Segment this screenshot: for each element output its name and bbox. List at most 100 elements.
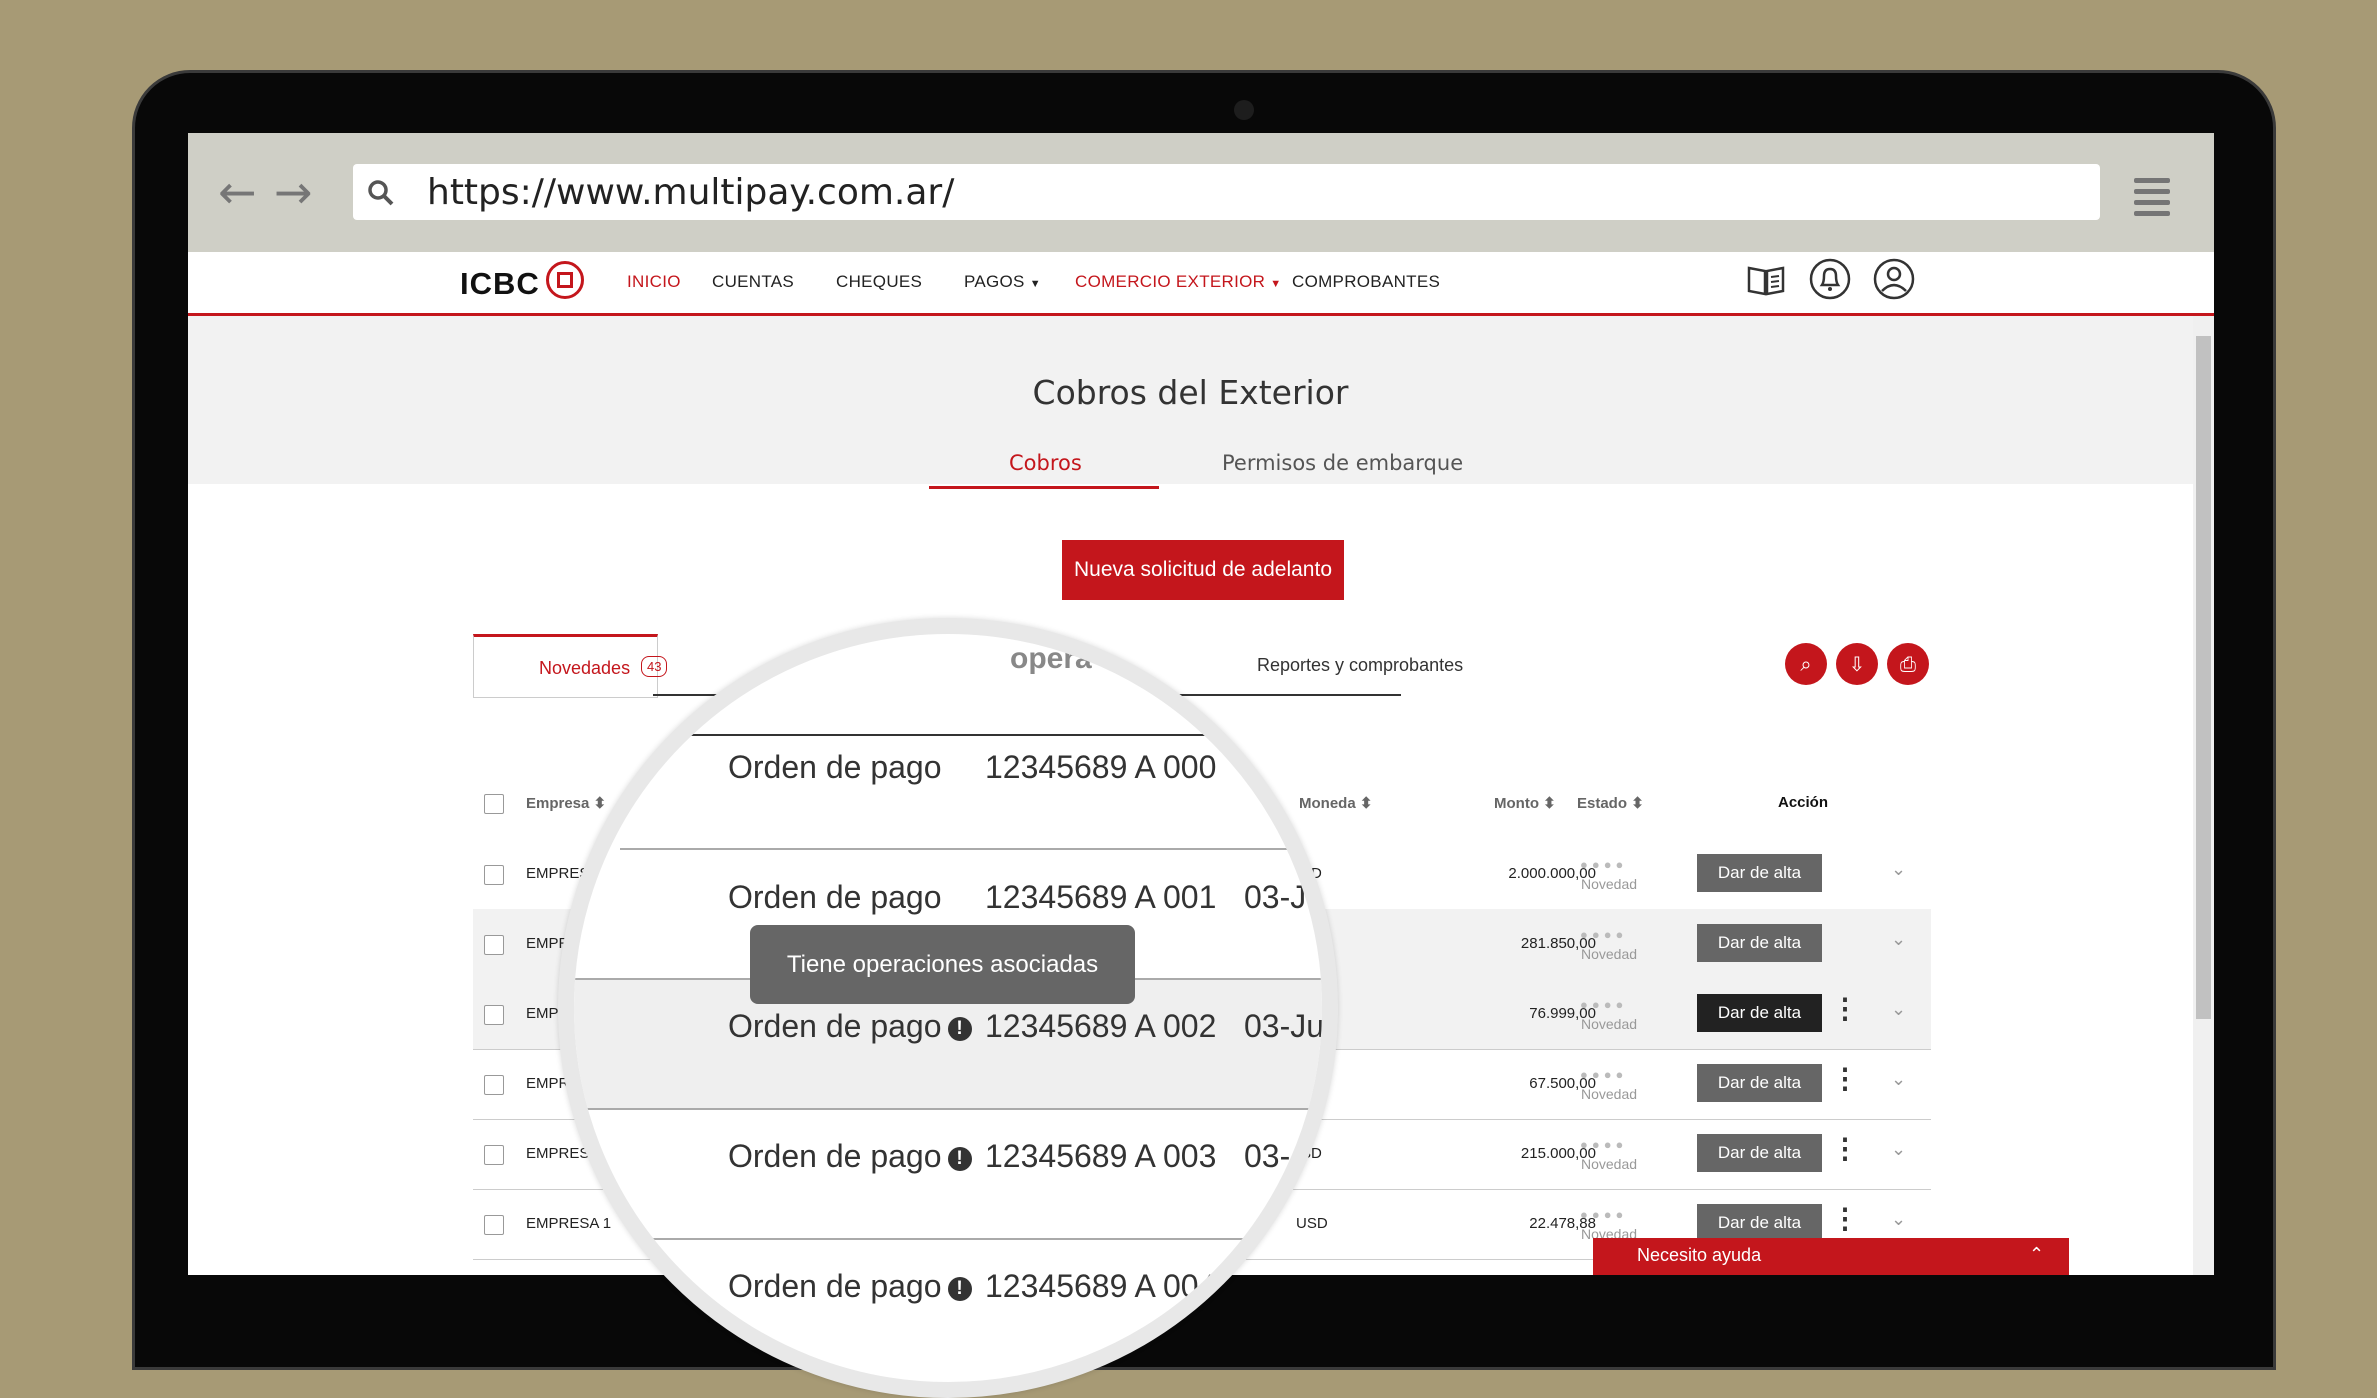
more-options-icon[interactable]: ⋮: [1831, 995, 1859, 1023]
mag-tab-fragment: opera: [1010, 642, 1092, 675]
cell-empresa: EMPR: [526, 1075, 570, 1092]
icbc-logo-mark-icon: [546, 261, 584, 299]
row-checkbox[interactable]: [484, 1005, 504, 1025]
tooltip-operaciones-asociadas: Tiene operaciones asociadas: [750, 925, 1135, 1004]
nav-inicio[interactable]: INICIO: [627, 272, 681, 292]
tab-cobros-underline: [929, 486, 1159, 489]
menu-hamburger-icon[interactable]: [2134, 178, 2170, 216]
cell-estado: Novedad: [1581, 946, 1638, 962]
scrollbar-thumb[interactable]: [2196, 336, 2211, 1019]
mag-row-numero: 12345689 A 001: [985, 879, 1217, 915]
chevron-down-icon[interactable]: ⌄: [1891, 1069, 1906, 1090]
page-title: Cobros del Exterior: [1032, 373, 1349, 412]
mag-row-tipo-label: Orden de pago: [728, 1268, 942, 1304]
sort-icon: ⬍: [1543, 795, 1556, 812]
col-empresa-label: Empresa: [526, 795, 590, 812]
dar-de-alta-button[interactable]: Dar de alta: [1697, 994, 1822, 1032]
dar-de-alta-button[interactable]: Dar de alta: [1697, 1134, 1822, 1172]
help-widget[interactable]: Necesito ayuda ⌃: [1593, 1238, 2069, 1275]
cell-estado: Novedad: [1581, 1156, 1638, 1172]
row-checkbox[interactable]: [484, 935, 504, 955]
col-accion: Acción: [1778, 794, 1829, 811]
url-bar[interactable]: https://www.multipay.com.ar/: [353, 164, 2100, 220]
forward-arrow-icon[interactable]: →: [274, 169, 313, 215]
tab-novedades-label: Novedades: [539, 658, 631, 678]
chevron-up-icon: ⌃: [2029, 1244, 2045, 1265]
download-icon: ⇩: [1848, 652, 1866, 676]
row-checkbox[interactable]: [484, 1075, 504, 1095]
col-empresa[interactable]: Empresa ⬍: [526, 794, 606, 812]
cell-monto: 281.850,00: [1520, 935, 1596, 952]
icbc-logo[interactable]: ICBC: [460, 266, 540, 302]
mag-row-numero: 12345689 A 000: [985, 749, 1217, 785]
laptop-camera: [1234, 100, 1254, 120]
magnifier-lens: opera Orden de pago 12345689 A 000 Orden…: [558, 618, 1338, 1398]
book-icon[interactable]: [1745, 258, 1787, 300]
status-dots: ●●●●: [1580, 857, 1628, 872]
mag-row-numero: 12345689 A 003: [985, 1138, 1217, 1174]
tab-reportes[interactable]: Reportes y comprobantes: [1257, 655, 1463, 676]
tab-permisos-de-embarque[interactable]: Permisos de embarque: [1222, 451, 1463, 475]
nav-comercio-label: COMERCIO EXTERIOR: [1075, 272, 1266, 291]
site-header: ICBC INICIO CUENTAS CHEQUES PAGOS ▼ COME…: [188, 252, 2214, 316]
page-scrollbar[interactable]: [2193, 316, 2214, 1275]
back-arrow-icon[interactable]: ←: [218, 169, 257, 215]
nav-pagos[interactable]: PAGOS ▼: [964, 272, 1041, 292]
nav-cuentas[interactable]: CUENTAS: [712, 272, 794, 292]
status-dots: ●●●●: [1580, 1067, 1628, 1082]
mag-row-tipo: Orden de pago!: [728, 1008, 972, 1045]
status-dots: ●●●●: [1580, 927, 1628, 942]
status-dots: ●●●●: [1580, 1207, 1628, 1222]
dar-de-alta-button[interactable]: Dar de alta: [1697, 1204, 1822, 1242]
nav-cheques[interactable]: CHEQUES: [836, 272, 922, 292]
nav-comprobantes[interactable]: COMPROBANTES: [1292, 272, 1440, 292]
alert-icon[interactable]: !: [947, 1146, 972, 1171]
bell-icon[interactable]: [1809, 258, 1851, 300]
col-moneda-label: Moneda: [1299, 795, 1356, 812]
col-estado-label: Estado: [1577, 795, 1628, 812]
url-text: https://www.multipay.com.ar/: [427, 172, 955, 213]
cell-monto: 215.000,00: [1520, 1145, 1596, 1162]
chevron-down-icon[interactable]: ⌄: [1891, 929, 1906, 950]
nav-comercio-exterior[interactable]: COMERCIO EXTERIOR ▼: [1075, 272, 1281, 292]
col-moneda[interactable]: Moneda ⬍: [1299, 794, 1372, 812]
alert-icon[interactable]: !: [947, 1276, 972, 1301]
row-checkbox[interactable]: [484, 865, 504, 885]
dar-de-alta-button[interactable]: Dar de alta: [1697, 854, 1822, 892]
user-avatar-icon[interactable]: [1873, 258, 1915, 300]
search-button[interactable]: ⌕: [1785, 643, 1827, 685]
cell-monto: 76.999,00: [1529, 1005, 1596, 1022]
mag-divider: [574, 1108, 1322, 1110]
tab-cobros[interactable]: Cobros: [1009, 451, 1082, 475]
mag-divider: [574, 1238, 1274, 1240]
mag-row-tipo: Orden de pago!: [728, 1268, 972, 1305]
download-button[interactable]: ⇩: [1836, 643, 1878, 685]
mag-subtab-line: [574, 734, 1322, 736]
select-all-checkbox[interactable]: [484, 794, 504, 814]
cell-monto: 2.000.000,00: [1508, 865, 1596, 882]
dar-de-alta-button[interactable]: Dar de alta: [1697, 924, 1822, 962]
chevron-down-icon[interactable]: ⌄: [1891, 999, 1906, 1020]
status-dots: ●●●●: [1580, 997, 1628, 1012]
nueva-solicitud-button[interactable]: Nueva solicitud de adelanto: [1062, 540, 1344, 600]
col-monto[interactable]: Monto ⬍: [1494, 794, 1556, 812]
print-button[interactable]: ⎙: [1887, 643, 1929, 685]
col-monto-label: Monto: [1494, 795, 1539, 812]
cell-empresa: EMP: [526, 1005, 559, 1022]
chevron-down-icon[interactable]: ⌄: [1891, 1209, 1906, 1230]
more-options-icon[interactable]: ⋮: [1831, 1065, 1859, 1093]
more-options-icon[interactable]: ⋮: [1831, 1135, 1859, 1163]
row-checkbox[interactable]: [484, 1145, 504, 1165]
search-icon: [368, 180, 394, 206]
chevron-down-icon[interactable]: ⌄: [1891, 859, 1906, 880]
dar-de-alta-button[interactable]: Dar de alta: [1697, 1064, 1822, 1102]
cell-empresa: EMPRES: [526, 1145, 590, 1162]
col-estado[interactable]: Estado ⬍: [1577, 794, 1644, 812]
tab-novedades[interactable]: Novedades 43: [473, 634, 668, 698]
row-checkbox[interactable]: [484, 1215, 504, 1235]
chevron-down-icon[interactable]: ⌄: [1891, 1139, 1906, 1160]
alert-icon[interactable]: !: [947, 1016, 972, 1041]
mag-row-numero: 12345689 A 004: [985, 1268, 1217, 1304]
mag-row-tipo-label: Orden de pago: [728, 1008, 942, 1044]
more-options-icon[interactable]: ⋮: [1831, 1205, 1859, 1233]
